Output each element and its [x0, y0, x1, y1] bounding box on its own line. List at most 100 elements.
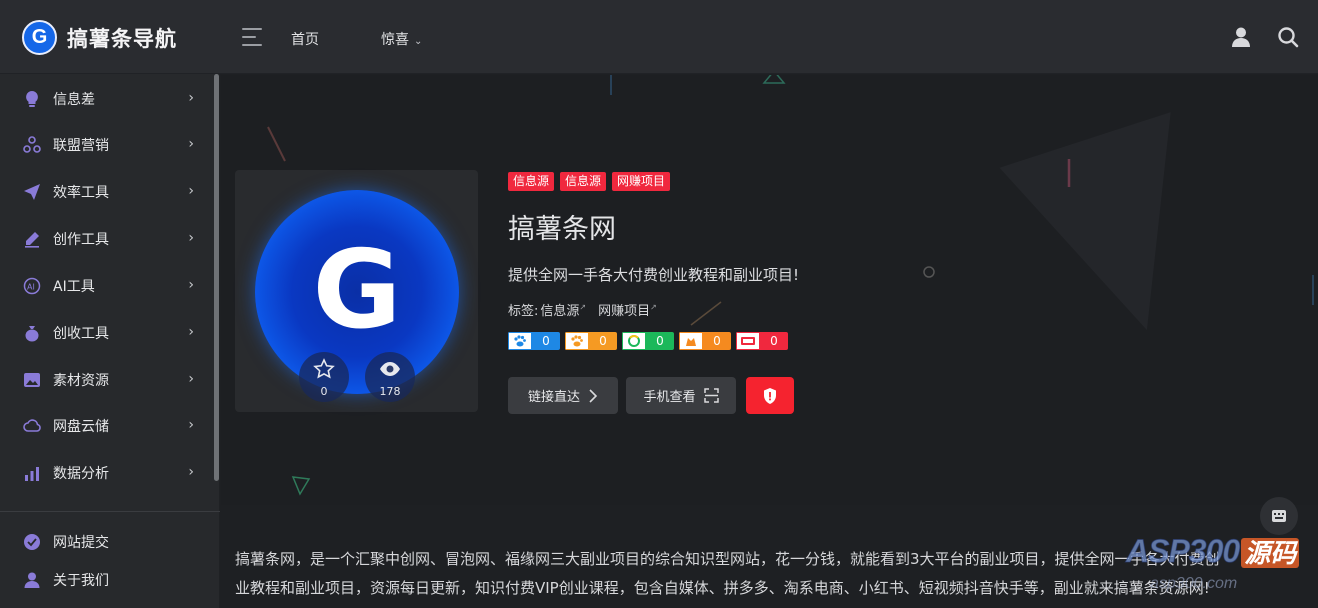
metric-toutiao[interactable]: 0 — [736, 332, 788, 350]
logo-letter: G — [31, 26, 48, 48]
chevron-right-icon: › — [188, 136, 194, 152]
metric-baidu[interactable]: 0 — [508, 332, 560, 350]
toutiao-icon — [736, 332, 760, 350]
search-icon[interactable] — [1276, 25, 1300, 49]
link-icon: ↗ — [650, 302, 657, 312]
sidebar-item-label: 效率工具 — [53, 185, 109, 201]
label-link[interactable]: 信息源↗ — [540, 303, 586, 319]
sidebar-item-label: 创收工具 — [53, 326, 109, 342]
sidebar-item-label: 网站提交 — [53, 535, 109, 551]
menu-toggle-icon[interactable] — [242, 28, 264, 46]
logo-badge: G — [22, 20, 57, 55]
eye-icon — [380, 362, 400, 376]
svg-text:AI: AI — [27, 283, 35, 292]
metric-value: 0 — [646, 332, 674, 350]
sidebar-item-label: 关于我们 — [53, 573, 109, 589]
labels-prefix: 标签: — [508, 304, 539, 319]
shield-icon — [764, 387, 776, 404]
network-icon — [22, 135, 42, 155]
sidebar-item-about[interactable]: 关于我们 — [0, 560, 214, 600]
watermark-suffix: 源码 — [1241, 538, 1300, 568]
mobile-view-button[interactable]: 手机查看 — [626, 377, 736, 414]
chevron-right-icon: › — [188, 324, 194, 340]
metric-baidu-mobile[interactable]: 0 — [565, 332, 617, 350]
sidebar-item-cloud[interactable]: 网盘云储 › — [0, 406, 214, 446]
report-button[interactable] — [746, 377, 794, 414]
sidebar-item-label: 创作工具 — [53, 232, 109, 248]
baidu-paw-icon — [508, 332, 532, 350]
chevron-right-icon: › — [188, 90, 194, 106]
ai-icon: AI — [22, 276, 42, 296]
sidebar-item-info-gap[interactable]: 信息差 › — [0, 79, 214, 119]
chevron-down-icon: ⌄ — [414, 36, 423, 47]
thumbnail-logo-letter: G — [312, 228, 402, 353]
site-title: 搞薯条网 — [508, 214, 616, 245]
nav-surprise[interactable]: 惊喜 ⌄ — [381, 29, 422, 49]
sidebar-item-analytics[interactable]: 数据分析 › — [0, 453, 214, 493]
label-text: 网赚项目 — [598, 304, 651, 319]
sidebar-item-label: 网盘云储 — [53, 419, 109, 435]
sidebar-item-ai-tools[interactable]: AI AI工具 › — [0, 266, 214, 306]
nav-home-label: 首页 — [291, 32, 319, 48]
chart-icon — [22, 463, 42, 483]
site-description: 提供全网一手各大付费创业教程和副业项目! — [508, 266, 800, 284]
metric-sogou[interactable]: 0 — [679, 332, 731, 350]
check-circle-icon — [22, 532, 42, 552]
category-tag[interactable]: 信息源 — [508, 172, 555, 191]
view-count: 178 — [379, 385, 401, 398]
nav-home[interactable]: 首页 — [291, 29, 319, 49]
site-name: 搞薯条导航 — [67, 26, 177, 51]
user-icon[interactable] — [1229, 25, 1253, 49]
metric-360[interactable]: 0 — [622, 332, 674, 350]
metric-value: 0 — [703, 332, 731, 350]
sidebar-item-affiliate[interactable]: 联盟营销 › — [0, 125, 214, 165]
nav-surprise-label: 惊喜 — [381, 32, 409, 48]
chevron-right-icon: › — [188, 277, 194, 293]
views-indicator: 178 — [365, 352, 415, 402]
float-menu-button[interactable] — [1260, 497, 1298, 535]
category-tag[interactable]: 信息源 — [560, 172, 607, 191]
360-icon — [622, 332, 646, 350]
label-text: 信息源 — [540, 304, 580, 319]
sidebar-item-label: 信息差 — [53, 92, 95, 108]
sidebar-item-income-tools[interactable]: 创收工具 › — [0, 313, 214, 353]
label-link[interactable]: 网赚项目↗ — [598, 302, 657, 319]
lightbulb-icon — [22, 89, 42, 109]
sidebar: 信息差 › 联盟营销 › 效率工具 › 创作工具 › AI AI工具 › 创收工具 › 素材… — [0, 74, 220, 608]
visit-link-button[interactable]: 链接直达 — [508, 377, 618, 414]
metric-value: 0 — [589, 332, 617, 350]
sidebar-item-materials[interactable]: 素材资源 › — [0, 360, 214, 400]
favorite-button[interactable]: 0 — [299, 352, 349, 402]
chevron-right-icon: › — [188, 183, 194, 199]
watermark-url: asp300.com — [1150, 575, 1238, 592]
top-header: G 搞薯条导航 首页 惊喜 ⌄ — [0, 0, 1318, 74]
site-logo[interactable]: G 搞薯条导航 — [22, 20, 177, 55]
image-icon — [22, 370, 42, 390]
site-labels: 标签: 信息源↗ 网赚项目↗ — [508, 300, 657, 319]
favorite-count: 0 — [320, 385, 328, 398]
baidu-mobile-paw-icon — [565, 332, 589, 350]
sidebar-scrollbar[interactable] — [214, 74, 219, 481]
mobile-view-label: 手机查看 — [643, 390, 696, 405]
money-bag-icon — [22, 323, 42, 343]
category-tag[interactable]: 网赚项目 — [612, 172, 671, 191]
content-line: 业教程和副业项目，资源每日更新，知识付费VIP创业课程，包含自媒体、拼多多、淘系… — [235, 579, 1210, 597]
sidebar-item-creation[interactable]: 创作工具 › — [0, 219, 214, 259]
metric-value: 0 — [760, 332, 788, 350]
user-icon — [22, 570, 42, 590]
chevron-right-icon: › — [188, 371, 194, 387]
star-icon — [313, 358, 335, 379]
seo-metrics: 0 0 0 0 0 — [508, 332, 788, 350]
pencil-icon — [22, 229, 42, 249]
sidebar-item-submit-site[interactable]: 网站提交 — [0, 522, 214, 562]
site-thumbnail[interactable]: G 0 178 — [235, 170, 478, 412]
thumbnail-logo-circle: G — [255, 190, 459, 394]
chevron-right-icon: › — [188, 464, 194, 480]
metric-value: 0 — [532, 332, 560, 350]
sidebar-item-label: AI工具 — [53, 279, 95, 295]
chevron-right-icon: › — [188, 230, 194, 246]
cloud-icon — [22, 416, 42, 436]
keyboard-icon — [1272, 510, 1286, 522]
sidebar-item-efficiency[interactable]: 效率工具 › — [0, 172, 214, 212]
chevron-right-icon: › — [188, 417, 194, 433]
